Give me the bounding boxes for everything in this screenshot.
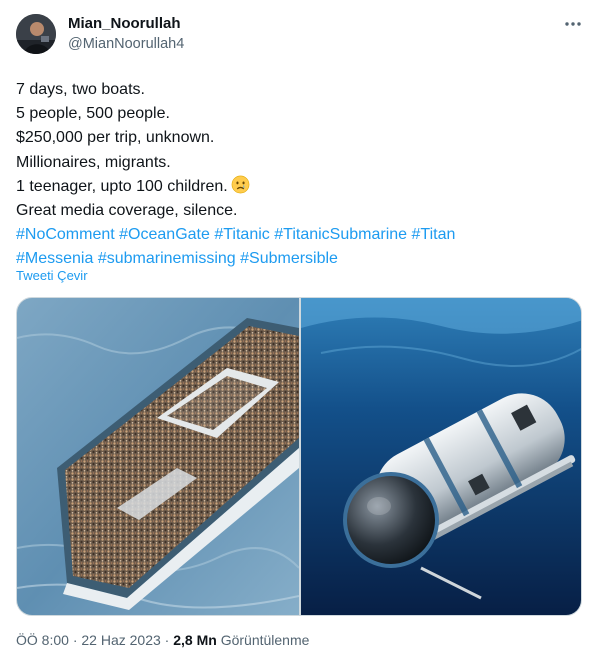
media-grid: [16, 297, 582, 616]
tweet-line: Millionaires, migrants.: [16, 153, 171, 171]
hashtag-link[interactable]: #NoComment: [16, 226, 115, 243]
hashtag-link[interactable]: #Titanic: [214, 226, 269, 243]
tweet-date[interactable]: 22 Haz 2023: [81, 632, 160, 648]
tweet-card: Mian_Noorullah @MianNoorullah4 7 days, t…: [0, 0, 598, 652]
tweet-meta: ÖÖ 8:00 · 22 Haz 2023 · 2,8 Mn Görüntüle…: [16, 632, 309, 648]
tweet-line: 1 teenager, upto 100 children.: [16, 177, 228, 195]
more-options-button[interactable]: [560, 14, 586, 34]
views-label: Görüntülenme: [220, 632, 310, 648]
tweet-time[interactable]: ÖÖ 8:00: [16, 632, 69, 648]
hashtag-line: #NoComment #OceanGate #Titanic #TitanicS…: [16, 223, 582, 247]
tweet-line-with-emoji: 1 teenager, upto 100 children.: [16, 175, 582, 199]
views-count: 2,8 Mn: [173, 632, 217, 648]
hashtag-link[interactable]: #submarinemissing: [98, 250, 236, 267]
migrant-boat-photo[interactable]: [17, 298, 300, 615]
tweet-line: 5 people, 500 people.: [16, 105, 170, 123]
hashtag-link[interactable]: #Submersible: [240, 250, 338, 267]
hashtag-link[interactable]: #OceanGate: [119, 226, 210, 243]
translate-tweet-link[interactable]: Tweeti Çevir: [16, 268, 88, 283]
author-handle[interactable]: @MianNoorullah4: [68, 36, 184, 52]
crying-face-emoji-icon: [231, 175, 250, 194]
hashtag-link[interactable]: #Messenia: [16, 250, 93, 267]
meta-separator: ·: [72, 632, 78, 648]
tweet-line: $250,000 per trip, unknown.: [16, 129, 215, 147]
tweet-line: Great media coverage, silence.: [16, 202, 238, 220]
avatar[interactable]: [16, 14, 56, 54]
meta-separator: ·: [164, 632, 170, 648]
tweet-line: 7 days, two boats.: [16, 81, 145, 98]
more-horizontal-icon: [565, 22, 581, 26]
hashtag-link[interactable]: #TitanicSubmarine: [274, 226, 407, 243]
hashtag-line: #Messenia #submarinemissing #Submersible: [16, 247, 582, 271]
tweet-text: 7 days, two boats. 5 people, 500 people.…: [16, 78, 582, 272]
hashtag-link[interactable]: #Titan: [412, 226, 456, 243]
submersible-photo[interactable]: [301, 298, 581, 615]
author-name[interactable]: Mian_Noorullah: [68, 15, 181, 32]
